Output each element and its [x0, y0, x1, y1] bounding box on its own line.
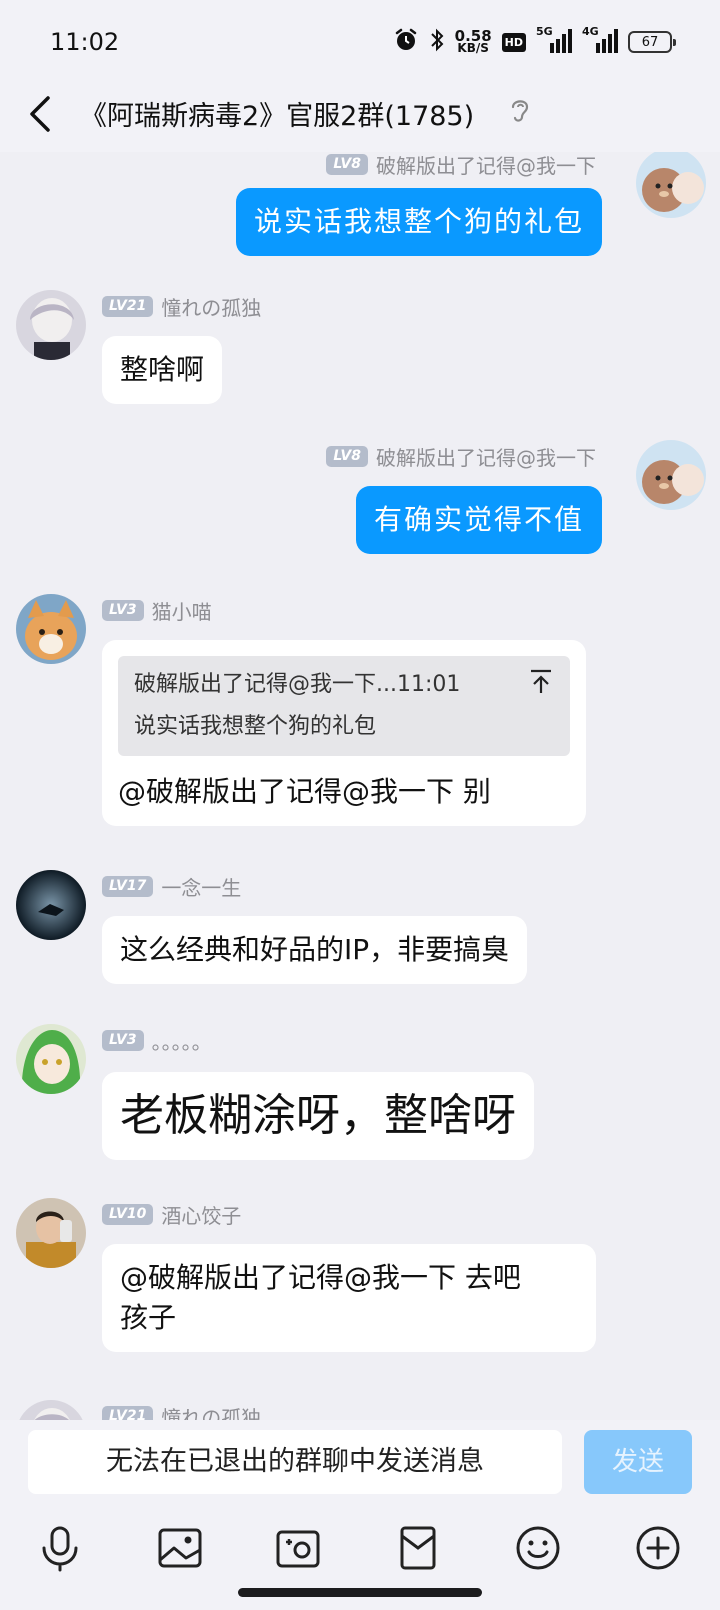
- sender-name: 猫小喵: [151, 600, 212, 624]
- hd-badge: HD: [501, 32, 526, 52]
- signal-4g: 4G: [582, 25, 618, 56]
- alarm-icon: [393, 27, 419, 57]
- signal-5g: 5G: [536, 25, 572, 56]
- sender-meta: LV8 破解版出了记得@我一下: [326, 442, 596, 471]
- ear-mode-icon[interactable]: [508, 95, 532, 125]
- plus-icon[interactable]: [630, 1520, 686, 1576]
- message-bubble[interactable]: 老板糊涂呀，整啥呀: [102, 1072, 534, 1160]
- network-speed: 0.58 KB/S: [454, 27, 492, 55]
- message-bubble[interactable]: 说实话我想整个狗的礼包: [235, 188, 602, 256]
- send-button: 发送: [584, 1430, 692, 1494]
- sender-name: 破解版出了记得@我一下: [376, 446, 596, 470]
- sender-meta: LV21 憧れの孤独: [102, 1402, 261, 1420]
- sender-meta: LV17 一念一生: [102, 872, 241, 901]
- level-badge: LV8: [326, 154, 368, 175]
- level-badge: LV21: [102, 296, 154, 317]
- sender-name: 一念一生: [161, 876, 242, 900]
- home-indicator[interactable]: [238, 1588, 482, 1597]
- sender-name: 。。。。。: [151, 1030, 212, 1054]
- sender-meta: LV3 猫小喵: [102, 596, 212, 625]
- level-badge: LV3: [102, 1030, 144, 1051]
- avatar[interactable]: [636, 152, 706, 218]
- input-toolbar: [0, 1520, 720, 1580]
- chevron-left-icon: [22, 96, 72, 146]
- message-text: @破解版出了记得@我一下 别: [118, 775, 491, 808]
- message-list[interactable]: LV8 破解版出了记得@我一下 说实话我想整个狗的礼包 LV21 憧れの孤独 整…: [0, 152, 720, 1420]
- status-icons: 0.58 KB/S HD 5G 4G 67: [393, 25, 676, 58]
- message-bubble[interactable]: 整啥啊: [102, 336, 223, 404]
- avatar[interactable]: [16, 1198, 86, 1268]
- battery-level: 67: [641, 34, 659, 50]
- sender-name: 破解版出了记得@我一下: [376, 154, 596, 178]
- quote-text: 说实话我想整个狗的礼包: [134, 714, 377, 739]
- avatar[interactable]: [16, 594, 86, 664]
- message-bubble[interactable]: 破解版出了记得@我一下...11:01 说实话我想整个狗的礼包 @破解版出了记得…: [102, 640, 586, 826]
- level-badge: LV21: [102, 1406, 154, 1420]
- message-bubble[interactable]: 有确实觉得不值: [355, 486, 602, 554]
- sender-meta: LV21 憧れの孤独: [102, 292, 261, 321]
- red-packet-icon[interactable]: [390, 1520, 446, 1576]
- level-badge: LV8: [326, 446, 368, 467]
- sender-name: 憧れの孤独: [161, 296, 262, 320]
- message-text-line: 孩子: [120, 1301, 177, 1334]
- quoted-message[interactable]: 破解版出了记得@我一下...11:01 说实话我想整个狗的礼包: [118, 656, 570, 756]
- chat-header: 《阿瑞斯病毒2》官服2群(1785): [0, 86, 720, 152]
- jump-to-quote-icon[interactable]: [530, 668, 552, 694]
- group-title[interactable]: 《阿瑞斯病毒2》官服2群(1785): [80, 94, 474, 133]
- emoji-icon[interactable]: [510, 1520, 566, 1576]
- message-text-line: @破解版出了记得@我一下 去吧: [120, 1261, 521, 1294]
- sender-name: 酒心饺子: [161, 1204, 242, 1228]
- avatar[interactable]: [16, 1024, 86, 1094]
- avatar[interactable]: [16, 870, 86, 940]
- message-input-disabled: 无法在已退出的群聊中发送消息: [28, 1430, 562, 1494]
- status-bar: 11:02 0.58 KB/S HD 5G 4G 67: [0, 0, 720, 86]
- battery-icon: 67: [628, 31, 676, 53]
- quote-header: 破解版出了记得@我一下...11:01: [134, 672, 461, 697]
- level-badge: LV10: [102, 1204, 154, 1225]
- microphone-icon[interactable]: [32, 1520, 88, 1576]
- sender-meta: LV10 酒心饺子: [102, 1200, 241, 1229]
- level-badge: LV17: [102, 876, 154, 897]
- avatar[interactable]: [16, 290, 86, 360]
- level-badge: LV3: [102, 600, 144, 621]
- sender-meta: LV3 。。。。。: [102, 1026, 212, 1055]
- camera-icon[interactable]: [270, 1520, 326, 1576]
- avatar[interactable]: [16, 1400, 86, 1420]
- sender-name: 憧れの孤独: [161, 1406, 262, 1420]
- status-time: 11:02: [50, 28, 120, 56]
- avatar[interactable]: [636, 440, 706, 510]
- back-button[interactable]: [22, 92, 72, 142]
- image-icon[interactable]: [152, 1520, 208, 1576]
- bluetooth-icon: [429, 27, 445, 57]
- message-bubble[interactable]: @破解版出了记得@我一下 去吧 孩子: [102, 1244, 596, 1352]
- input-area: 无法在已退出的群聊中发送消息 发送: [0, 1420, 720, 1610]
- message-bubble[interactable]: 这么经典和好品的IP，非要搞臭: [102, 916, 528, 984]
- sender-meta: LV8 破解版出了记得@我一下: [326, 152, 596, 179]
